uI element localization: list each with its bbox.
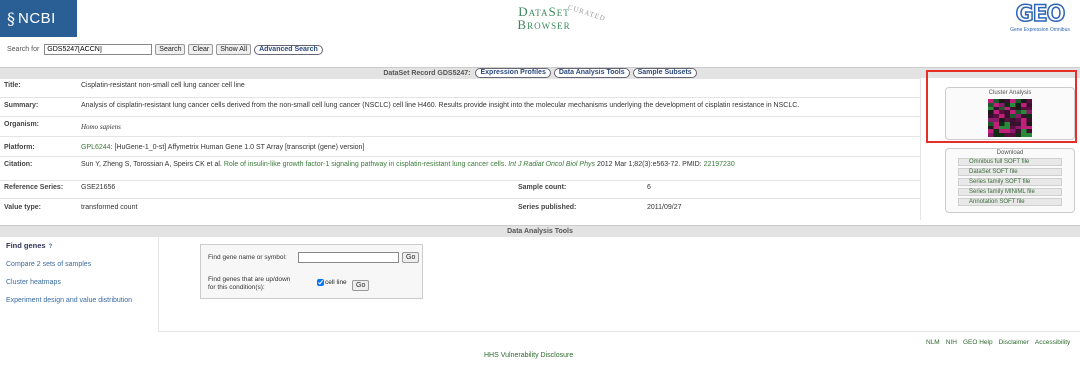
- pmid-link[interactable]: 22197230: [704, 161, 735, 168]
- find-gene-label: Find gene name or symbol:: [208, 254, 287, 261]
- cell-line-checkbox[interactable]: [317, 279, 324, 286]
- footer-link-geo-help[interactable]: GEO Help: [963, 339, 993, 346]
- go-button-gene[interactable]: Go: [402, 252, 420, 263]
- tab-sample-subsets[interactable]: Sample Subsets: [632, 68, 697, 78]
- search-bar: Search for Search Clear Show All Advance…: [7, 44, 323, 55]
- citation-title-link[interactable]: Role of insulin-like growth factor-1 sig…: [222, 161, 508, 168]
- citation-key: Citation:: [4, 161, 33, 168]
- samplecount-key: Sample count:: [518, 184, 567, 191]
- record-row-title: Title: Cisplatin-resistant non-small cel…: [0, 78, 920, 97]
- tool-compare-samples[interactable]: Compare 2 sets of samples: [6, 261, 91, 268]
- cell-line-option: cell line: [317, 279, 347, 286]
- tools-header: Data Analysis Tools: [0, 225, 1080, 237]
- title-key: Title:: [4, 82, 21, 89]
- tab-data-analysis-tools[interactable]: Data Analysis Tools: [553, 68, 630, 78]
- record-row-valuetype: Value type: transformed count Series pub…: [0, 198, 920, 220]
- updown-label: Find genes that are up/down for this cond…: [208, 276, 290, 292]
- geo-subtitle: Gene Expression Omnibus: [1010, 27, 1070, 33]
- ncbi-logo[interactable]: § NCBI: [0, 0, 77, 37]
- dna-helix-icon: §: [7, 9, 15, 28]
- geo-logo-text: GEO: [1015, 2, 1066, 27]
- footer-link-accessibility[interactable]: Accessibility: [1035, 339, 1070, 346]
- organism-key: Organism:: [4, 121, 40, 128]
- record-row-organism: Organism: Homo sapiens: [0, 116, 920, 136]
- find-genes-label: Find genes: [6, 241, 46, 250]
- citation-value: Sun Y, Zheng S, Torossian A, Speirs CK e…: [81, 161, 735, 168]
- refseries-link[interactable]: GSE21656: [81, 184, 115, 191]
- gene-search-input[interactable]: [298, 252, 399, 263]
- published-key: Series published:: [518, 204, 577, 211]
- search-label: Search for: [7, 46, 40, 53]
- download-dataset-soft[interactable]: DataSet SOFT file: [958, 168, 1062, 176]
- summary-key: Summary:: [4, 102, 39, 109]
- summary-value: Analysis of cisplatin-resistant lung can…: [81, 102, 800, 109]
- tools-nav: Find genes? Compare 2 sets of samples Cl…: [0, 237, 158, 332]
- refseries-key: Reference Series:: [4, 184, 64, 191]
- citation-journal: Int J Radiat Oncol Biol Phys: [508, 161, 595, 168]
- record-row-refseries: Reference Series: GSE21656 Sample count:…: [0, 180, 920, 198]
- updown-label-line1: Find genes that are up/down: [208, 276, 291, 283]
- footer-link-nlm[interactable]: NLM: [926, 339, 940, 346]
- dataset-browser-title: DataSet Browser CURATED: [489, 3, 606, 32]
- samplecount-value: 6: [647, 184, 651, 191]
- title-value: Cisplatin-resistant non-small cell lung …: [81, 82, 245, 89]
- ncbi-logo-text: NCBI: [18, 10, 56, 27]
- valuetype-key: Value type:: [4, 204, 41, 211]
- footer-links: NLM NIH GEO Help Disclaimer Accessibilit…: [926, 339, 1070, 346]
- cell-line-label: cell line: [325, 279, 347, 286]
- highlight-box: [926, 70, 1077, 143]
- tool-cluster-heatmaps[interactable]: Cluster heatmaps: [6, 279, 61, 286]
- clear-button[interactable]: Clear: [188, 44, 214, 55]
- record-row-platform: Platform: GPL6244: [HuGene-1_0-st] Affym…: [0, 136, 920, 156]
- show-all-button[interactable]: Show All: [216, 44, 252, 55]
- search-input[interactable]: [44, 44, 153, 55]
- go-button-condition[interactable]: Go: [352, 280, 370, 291]
- search-button[interactable]: Search: [155, 44, 186, 55]
- updown-label-line2: for this condition(s):: [208, 284, 265, 291]
- download-annotation-soft[interactable]: Annotation SOFT file: [958, 198, 1062, 206]
- title-line-2: Browser: [517, 17, 571, 32]
- record-header: DataSet Record GDS5247: Expression Profi…: [0, 67, 1080, 78]
- download-title: Download: [996, 150, 1024, 156]
- download-omnibus-soft[interactable]: Omnibus full SOFT file: [958, 158, 1062, 166]
- platform-value: GPL6244: [HuGene-1_0-st] Affymetrix Huma…: [81, 144, 364, 151]
- record-row-citation: Citation: Sun Y, Zheng S, Torossian A, S…: [0, 156, 920, 180]
- platform-link[interactable]: GPL6244: [81, 144, 111, 151]
- download-box: Download Omnibus full SOFT file DataSet …: [945, 148, 1075, 213]
- valuetype-value: transformed count: [81, 204, 138, 211]
- tool-experiment-design[interactable]: Experiment design and value distribution: [6, 297, 132, 304]
- download-series-miniml[interactable]: Series family MINiML file: [958, 188, 1062, 196]
- tab-expression-profiles[interactable]: Expression Profiles: [475, 68, 551, 78]
- platform-key: Platform:: [4, 144, 35, 151]
- geo-logo[interactable]: GEO Gene Expression Omnibus: [1004, 2, 1076, 33]
- help-icon[interactable]: ?: [49, 244, 53, 250]
- organism-link[interactable]: Homo sapiens: [81, 123, 121, 131]
- record-row-summary: Summary: Analysis of cisplatin-resistant…: [0, 97, 920, 116]
- find-genes-panel: Find gene name or symbol: Go Find genes …: [200, 244, 423, 299]
- footer-link-disclaimer[interactable]: Disclaimer: [999, 339, 1029, 346]
- advanced-search-button[interactable]: Advanced Search: [254, 44, 323, 55]
- hhs-disclosure-link[interactable]: HHS Vulnerability Disclosure: [484, 352, 573, 359]
- citation-authors: Sun Y, Zheng S, Torossian A, Speirs CK e…: [81, 161, 222, 168]
- download-series-soft[interactable]: Series family SOFT file: [958, 178, 1062, 186]
- footer-link-nih[interactable]: NIH: [946, 339, 957, 346]
- citation-year: 2012 Mar 1;82(3):e563-72. PMID:: [595, 161, 704, 168]
- platform-description: : [HuGene-1_0-st] Affymetrix Human Gene …: [110, 144, 365, 151]
- tool-find-genes[interactable]: Find genes?: [6, 241, 52, 250]
- published-value: 2011/09/27: [647, 204, 682, 211]
- record-title: DataSet Record GDS5247:: [383, 69, 471, 77]
